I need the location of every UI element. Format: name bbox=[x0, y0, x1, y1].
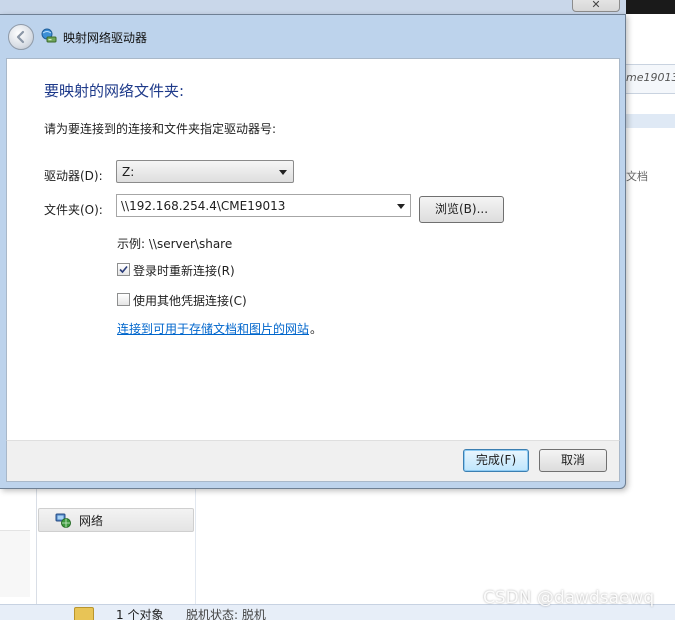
status-object-count: 1 个对象 bbox=[116, 608, 164, 620]
reconnect-checkbox[interactable] bbox=[117, 263, 130, 276]
map-network-drive-dialog: 映射网络驱动器 要映射的网络文件夹: 请为要连接到的连接和文件夹指定驱动器号: … bbox=[0, 14, 626, 489]
dialog-header: 映射网络驱动器 bbox=[0, 15, 625, 58]
drive-letter-value: Z: bbox=[122, 165, 135, 179]
close-icon: ✕ bbox=[591, 0, 601, 11]
nav-item-network[interactable]: 网络 bbox=[38, 508, 194, 532]
credentials-label: 使用其他凭据连接(C) bbox=[133, 294, 247, 308]
storage-website-link[interactable]: 连接到可用于存储文档和图片的网站 bbox=[117, 320, 309, 337]
example-text: 示例: \\server\share bbox=[117, 237, 233, 251]
network-icon bbox=[55, 513, 71, 528]
explorer-address-bar[interactable]: me19013 bbox=[626, 64, 675, 94]
chevron-down-icon bbox=[279, 170, 287, 175]
explorer-top-edge bbox=[626, 0, 675, 14]
dialog-body: 要映射的网络文件夹: 请为要连接到的连接和文件夹指定驱动器号: 驱动器(D): … bbox=[6, 58, 620, 441]
explorer-content-area bbox=[626, 14, 675, 604]
folder-icon bbox=[74, 607, 94, 620]
dialog-footer: 完成(F) 取消 bbox=[6, 440, 620, 482]
network-drive-icon bbox=[41, 28, 57, 43]
folder-path-value: \\192.168.254.4\CME19013 bbox=[121, 199, 286, 213]
explorer-close-button[interactable]: ✕ bbox=[572, 0, 620, 12]
instruction-text: 请为要连接到的连接和文件夹指定驱动器号: bbox=[44, 122, 277, 136]
nav-item-network-label: 网络 bbox=[79, 514, 104, 528]
reconnect-label: 登录时重新连接(R) bbox=[133, 264, 235, 278]
explorer-lower-left bbox=[0, 530, 30, 597]
back-arrow-icon bbox=[16, 30, 25, 44]
cancel-button[interactable]: 取消 bbox=[539, 449, 607, 472]
explorer-side-text: 文档 bbox=[626, 170, 648, 183]
folder-path-input[interactable]: \\192.168.254.4\CME19013 bbox=[116, 194, 411, 217]
status-offline-state: 脱机状态: 脱机 bbox=[186, 608, 266, 620]
drive-letter-dropdown[interactable]: Z: bbox=[116, 160, 294, 183]
chevron-down-icon[interactable] bbox=[397, 204, 405, 209]
credentials-checkbox[interactable] bbox=[117, 293, 130, 306]
browse-button[interactable]: 浏览(B)... bbox=[419, 196, 504, 223]
watermark-text: CSDN @dawdsaewq bbox=[483, 588, 655, 608]
explorer-navigation-pane bbox=[36, 488, 196, 604]
dialog-title: 映射网络驱动器 bbox=[63, 31, 148, 45]
drive-label: 驱动器(D): bbox=[44, 169, 103, 183]
checkmark-icon bbox=[119, 265, 128, 274]
finish-button[interactable]: 完成(F) bbox=[463, 449, 529, 472]
explorer-toolbar bbox=[626, 114, 675, 128]
page-heading: 要映射的网络文件夹: bbox=[44, 82, 185, 100]
link-suffix: 。 bbox=[310, 322, 323, 336]
address-text: me19013 bbox=[626, 71, 675, 84]
folder-label: 文件夹(O): bbox=[44, 203, 103, 217]
back-button[interactable] bbox=[8, 24, 34, 50]
